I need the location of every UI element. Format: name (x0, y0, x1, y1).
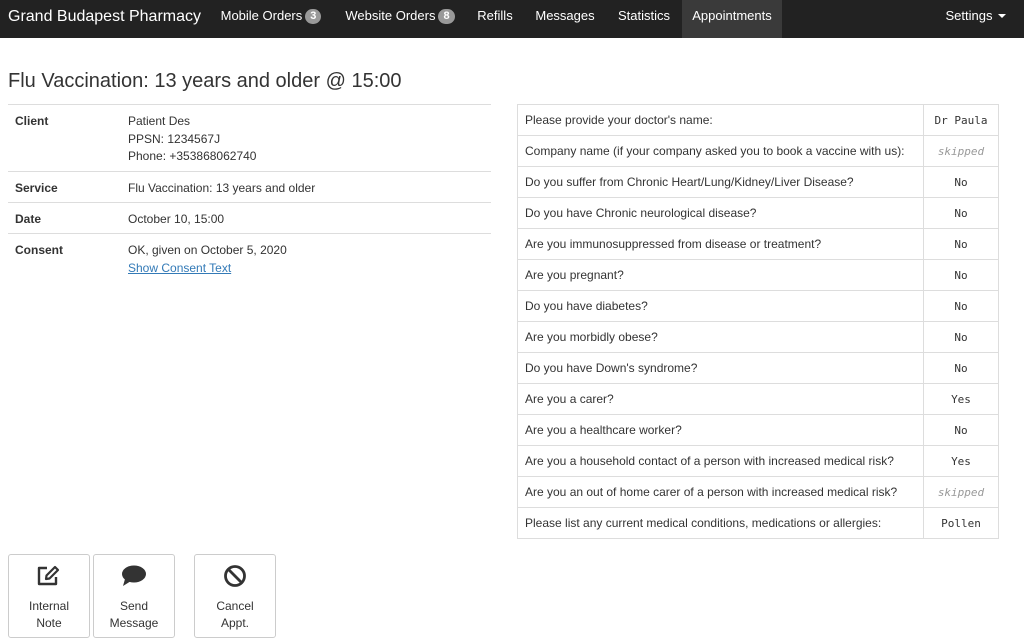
question-text: Do you have diabetes? (517, 290, 924, 322)
question-text: Are you morbidly obese? (517, 321, 924, 353)
questionnaire-row: Company name (if your company asked you … (517, 135, 999, 167)
questionnaire-table: Please provide your doctor's name: Dr Pau… (517, 104, 999, 539)
nav-website-orders-label: Website Orders (345, 8, 436, 23)
nav-appointments[interactable]: Appointments (682, 0, 782, 38)
service-row: Service Flu Vaccination: 13 years and ol… (8, 172, 491, 203)
consent-row: Consent OK, given on October 5, 2020 Sho… (8, 234, 491, 284)
questionnaire-row: Are you a household contact of a person … (517, 445, 999, 477)
mobile-orders-count-badge: 3 (305, 9, 322, 24)
answer-text: No (923, 166, 999, 198)
questionnaire-row: Are you pregnant? No (517, 259, 999, 291)
questionnaire-row: Do you have diabetes? No (517, 290, 999, 322)
question-text: Are you a carer? (517, 383, 924, 415)
question-text: Are you a healthcare worker? (517, 414, 924, 446)
send-message-button[interactable]: Send Message (93, 554, 175, 638)
client-ppsn: PPSN: 1234567J (128, 131, 221, 146)
answer-text: Yes (923, 383, 999, 415)
questionnaire-row: Do you suffer from Chronic Heart/Lung/Ki… (517, 166, 999, 198)
answer-text: Dr Paula (923, 104, 999, 136)
nav-website-orders[interactable]: Website Orders 8 (335, 0, 465, 38)
client-row: Client Patient Des PPSN: 1234567J Phone:… (8, 105, 491, 172)
question-text: Do you have Chronic neurological disease… (517, 197, 924, 229)
answer-text: No (923, 290, 999, 322)
nav-mobile-orders-label: Mobile Orders (220, 8, 303, 23)
questionnaire-row: Please list any current medical conditio… (517, 507, 999, 539)
nav-refills[interactable]: Refills (467, 0, 523, 38)
cancel-appointment-line2: Appt. (220, 616, 250, 630)
consent-label: Consent (15, 243, 63, 257)
nav-statistics[interactable]: Statistics (608, 0, 680, 38)
question-text: Please list any current medical conditio… (517, 507, 924, 539)
question-text: Company name (if your company asked you … (517, 135, 924, 167)
date-row: Date October 10, 15:00 (8, 203, 491, 234)
internal-note-line1: Internal (28, 599, 70, 613)
nav-mobile-orders[interactable]: Mobile Orders 3 (211, 0, 331, 38)
client-name: Patient Des (128, 114, 191, 128)
internal-note-button[interactable]: Internal Note (8, 554, 90, 638)
answer-text: skipped (923, 135, 999, 167)
page-title: Flu Vaccination: 13 years and older @ 15… (8, 70, 402, 92)
top-navbar: Grand Budapest Pharmacy Mobile Orders 3 W… (0, 0, 1024, 38)
question-text: Do you suffer from Chronic Heart/Lung/Ki… (517, 166, 924, 198)
service-value: Flu Vaccination: 13 years and older (128, 181, 316, 195)
answer-text: No (923, 197, 999, 229)
question-text: Are you pregnant? (517, 259, 924, 291)
answer-text: No (923, 228, 999, 260)
question-text: Are you a household contact of a person … (517, 445, 924, 477)
questionnaire-row: Are you a carer? Yes (517, 383, 999, 415)
questionnaire-row: Do you have Down's syndrome? No (517, 352, 999, 384)
client-label: Client (15, 114, 49, 128)
consent-status: OK, given on October 5, 2020 (128, 243, 287, 257)
questionnaire-row: Are you a healthcare worker? No (517, 414, 999, 446)
service-label: Service (15, 181, 58, 195)
settings-label: Settings (945, 8, 993, 23)
send-message-line2: Message (109, 616, 159, 630)
show-consent-text-link[interactable]: Show Consent Text (128, 261, 231, 275)
questionnaire-row: Are you morbidly obese? No (517, 321, 999, 353)
client-phone: Phone: +353868062740 (128, 149, 257, 163)
edit-icon (37, 565, 60, 586)
answer-text: Yes (923, 445, 999, 477)
appointment-details-table: Client Patient Des PPSN: 1234567J Phone:… (8, 104, 491, 284)
question-text: Please provide your doctor's name: (517, 104, 924, 136)
internal-note-label: Internal Note (9, 598, 89, 632)
questionnaire-row: Do you have Chronic neurological disease… (517, 197, 999, 229)
caret-down-icon (998, 14, 1007, 18)
cancel-appointment-button[interactable]: Cancel Appt. (194, 554, 276, 638)
answer-text: No (923, 259, 999, 291)
date-value: October 10, 15:00 (128, 212, 225, 226)
comment-icon (122, 565, 146, 586)
questionnaire-row: Are you immunosuppressed from disease or… (517, 228, 999, 260)
client-value: Patient Des PPSN: 1234567J Phone: +35386… (128, 105, 491, 174)
ban-icon (224, 565, 246, 587)
nav-messages[interactable]: Messages (527, 0, 603, 38)
cancel-appointment-line1: Cancel (216, 599, 254, 613)
send-message-label: Send Message (94, 598, 174, 632)
consent-value: OK, given on October 5, 2020 Show Consen… (128, 234, 491, 285)
questionnaire-row: Please provide your doctor's name: Dr Pau… (517, 104, 999, 136)
answer-text: Pollen (923, 507, 999, 539)
website-orders-count-badge: 8 (438, 9, 455, 24)
internal-note-line2: Note (36, 616, 62, 630)
answer-text: No (923, 414, 999, 446)
question-text: Are you immunosuppressed from disease or… (517, 228, 924, 260)
settings-dropdown[interactable]: Settings (936, 0, 1016, 38)
questionnaire-body: Please provide your doctor's name: Dr Pau… (517, 104, 999, 539)
question-text: Do you have Down's syndrome? (517, 352, 924, 384)
send-message-line1: Send (119, 599, 149, 613)
answer-text: skipped (923, 476, 999, 508)
questionnaire-row: Are you an out of home carer of a person… (517, 476, 999, 508)
answer-text: No (923, 352, 999, 384)
question-text: Are you an out of home carer of a person… (517, 476, 924, 508)
cancel-appointment-label: Cancel Appt. (195, 598, 275, 632)
brand-title[interactable]: Grand Budapest Pharmacy (8, 0, 201, 38)
date-label: Date (15, 212, 42, 226)
answer-text: No (923, 321, 999, 353)
